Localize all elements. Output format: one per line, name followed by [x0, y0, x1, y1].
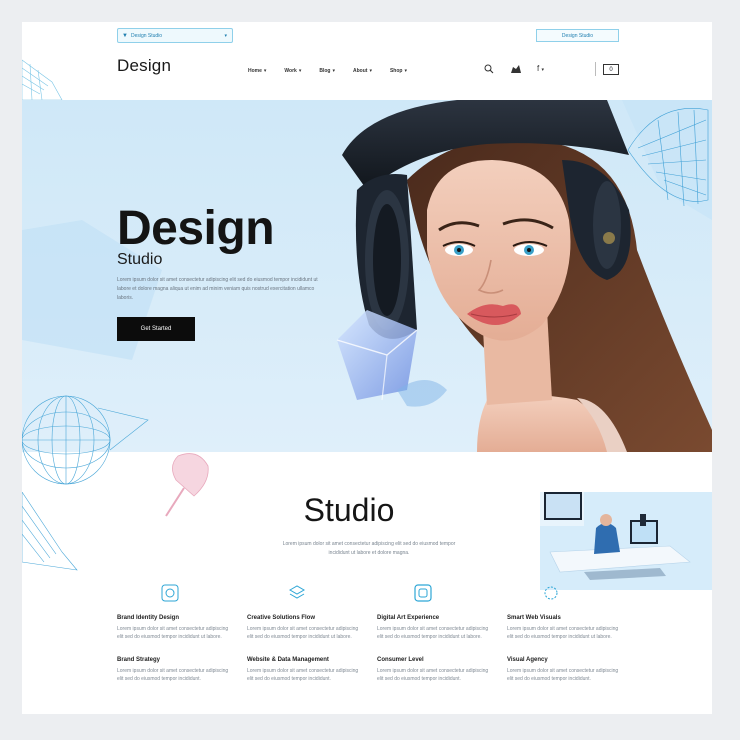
- hero-section: Design Studio Lorem ipsum dolor sit amet…: [22, 100, 712, 485]
- topbar: ▼ Design Studio ▾ Design Studio: [22, 22, 712, 48]
- feature-card[interactable]: Brand Identity Design Lorem ipsum dolor …: [117, 615, 235, 641]
- feature-title: Visual Agency: [507, 657, 548, 663]
- chevron-down-icon: ▾: [298, 68, 302, 74]
- feature-title: Brand Identity Design: [117, 615, 180, 621]
- chevron-down-icon: ▾: [332, 68, 335, 74]
- nav-item-blog[interactable]: Blog ▾: [319, 68, 335, 74]
- studio-body-text: Lorem ipsum dolor sit amet consectetur a…: [282, 541, 456, 556]
- wireframe-decoration-left-top: [22, 59, 63, 101]
- nav-label: Shop: [389, 68, 403, 74]
- brand-logo[interactable]: Design: [117, 56, 171, 76]
- chevron-down-icon: ▾: [263, 68, 267, 74]
- facebook-icon[interactable]: f ▾: [537, 64, 544, 73]
- feature-title: Creative Solutions Flow: [247, 615, 316, 621]
- feature-desc: Lorem ipsum dolor sit amet consectetur a…: [247, 626, 359, 640]
- feature-title: Brand Strategy: [117, 657, 161, 663]
- hero-subtitle: Studio: [117, 251, 163, 268]
- feature-title: Consumer Level: [377, 657, 424, 663]
- chevron-down-icon: ▾: [369, 68, 372, 74]
- nav-item-work[interactable]: Work ▾: [284, 68, 301, 74]
- hero-title: Design: [117, 202, 275, 255]
- social-icon: [544, 586, 558, 600]
- feature-card[interactable]: Website & Data Management Lorem ipsum do…: [247, 657, 365, 683]
- chevron-down-icon: ▾: [404, 68, 407, 74]
- search-pill-text: Design Studio: [130, 32, 163, 39]
- chevron-down-icon: ▾: [224, 32, 227, 39]
- feature-card[interactable]: Brand Strategy Lorem ipsum dolor sit ame…: [117, 657, 235, 683]
- search-icon[interactable]: [484, 64, 494, 74]
- layers-icon: [288, 585, 306, 599]
- nav-label: Home: [248, 68, 262, 74]
- main-nav: Home ▾ Work ▾ Blog ▾ About ▾ Shop ▾: [248, 68, 407, 74]
- hero-cta-button[interactable]: Get Started: [117, 317, 195, 341]
- nav-label: Blog: [319, 68, 331, 74]
- feature-desc: Lorem ipsum dolor sit amet consectetur a…: [377, 626, 489, 640]
- hero-body-text: Lorem ipsum dolor sit amet consectetur a…: [117, 277, 318, 301]
- brand-icon: [161, 584, 179, 602]
- cart-count: 0: [609, 66, 613, 73]
- workspace-illustration: [540, 492, 712, 590]
- feature-desc: Lorem ipsum dolor sit amet consectetur a…: [507, 626, 619, 640]
- feature-desc: Lorem ipsum dolor sit amet consectetur a…: [117, 668, 229, 682]
- feature-title: Website & Data Management: [247, 657, 329, 663]
- shield-icon: ▼: [122, 32, 128, 39]
- box-icon: [414, 584, 432, 602]
- nav-item-about[interactable]: About ▾: [353, 68, 372, 74]
- feature-desc: Lorem ipsum dolor sit amet consectetur a…: [507, 668, 619, 682]
- wireframe-globe-decoration: [22, 395, 149, 485]
- nav-item-home[interactable]: Home ▾: [248, 68, 266, 74]
- nav-label: Work: [284, 68, 297, 74]
- feature-desc: Lorem ipsum dolor sit amet consectetur a…: [117, 626, 229, 640]
- feature-card[interactable]: Consumer Level Lorem ipsum dolor sit ame…: [377, 657, 495, 683]
- top-search-pill[interactable]: ▼ Design Studio ▾: [117, 28, 233, 43]
- feature-desc: Lorem ipsum dolor sit amet consectetur a…: [247, 668, 359, 682]
- feature-card[interactable]: Visual Agency Lorem ipsum dolor sit amet…: [507, 657, 625, 683]
- nav-label: About: [352, 68, 368, 74]
- feature-card[interactable]: Digital Art Experience Lorem ipsum dolor…: [377, 615, 495, 641]
- feature-title: Smart Web Visuals: [507, 615, 561, 621]
- feature-title: Digital Art Experience: [377, 615, 440, 621]
- feature-desc: Lorem ipsum dolor sit amet consectetur a…: [377, 668, 489, 682]
- cart-button[interactable]: 0: [603, 64, 619, 75]
- divider: [595, 62, 596, 76]
- user-icon[interactable]: [510, 64, 522, 74]
- page-canvas: ▼ Design Studio ▾ Design Studio Design H…: [22, 22, 712, 714]
- top-cta-button[interactable]: Design Studio: [536, 29, 619, 42]
- nav-item-shop[interactable]: Shop ▾: [390, 68, 407, 74]
- feature-card[interactable]: Creative Solutions Flow Lorem ipsum dolo…: [247, 615, 365, 641]
- hero-portrait-illustration: [336, 100, 712, 452]
- feature-card[interactable]: Smart Web Visuals Lorem ipsum dolor sit …: [507, 615, 625, 641]
